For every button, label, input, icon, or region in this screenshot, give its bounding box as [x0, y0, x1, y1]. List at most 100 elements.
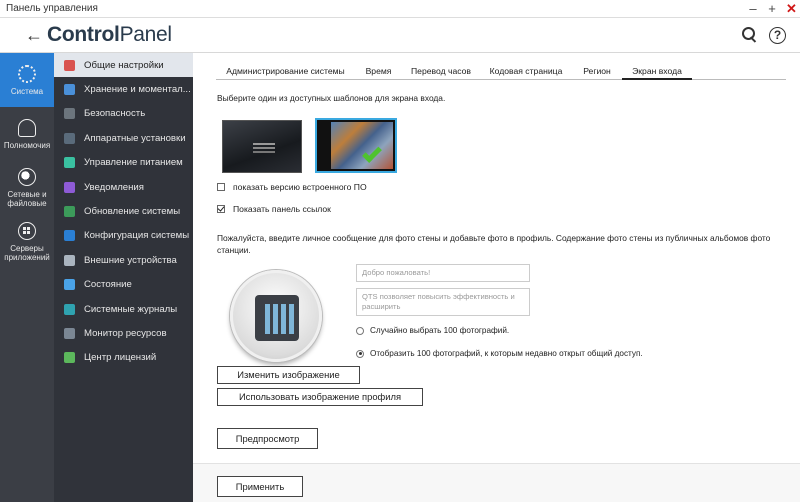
- nav-item-label: Монитор ресурсов: [84, 327, 167, 339]
- radio-unselected-icon: [356, 326, 364, 335]
- use-profile-image-button[interactable]: Использовать изображение профиля: [217, 388, 423, 406]
- nav-item-icon: [64, 108, 75, 120]
- minimize-button[interactable]: ‒: [748, 0, 758, 18]
- nav-item-label: Уведомления: [84, 181, 144, 193]
- firmware-checkbox-label: показать версию встроенного ПО: [233, 182, 367, 192]
- nav-item-label: Системные журналы: [84, 303, 178, 315]
- search-icon[interactable]: [741, 26, 759, 44]
- profile-photo: [230, 270, 322, 362]
- window-title: Панель управления: [6, 3, 98, 14]
- login-screen-content: Выберите один из доступных шаблонов для …: [217, 93, 792, 449]
- tab-region[interactable]: Регион: [572, 65, 622, 80]
- tab-dst[interactable]: Перевод часов: [402, 65, 480, 80]
- recent-photos-label: Отобразить 100 фотографий, к которым нед…: [370, 349, 643, 358]
- category-rail: Система Полномочия Сетевые и файловые Се…: [0, 53, 54, 502]
- rail-item-label: Система: [10, 86, 44, 96]
- control-panel-window: Панель управления ‒ + ✕ ← ControlPanel ?…: [0, 0, 800, 502]
- nav-item[interactable]: Уведомления: [54, 175, 193, 199]
- recent-photos-radio[interactable]: Отобразить 100 фотографий, к которым нед…: [356, 349, 643, 358]
- rail-item-system[interactable]: Система: [0, 53, 54, 107]
- gear-icon: [18, 64, 36, 83]
- app-logo: ControlPanel: [47, 23, 172, 46]
- photo-wall-preview: [331, 122, 393, 169]
- random-photos-label: Случайно выбрать 100 фотографий.: [370, 326, 510, 335]
- help-icon[interactable]: ?: [769, 26, 786, 44]
- tab-codepage[interactable]: Кодовая страница: [480, 65, 572, 80]
- instruction-text: Выберите один из доступных шаблонов для …: [217, 93, 446, 103]
- links-checkbox[interactable]: Показать панель ссылок: [217, 204, 331, 214]
- preview-button[interactable]: Предпросмотр: [217, 428, 318, 449]
- rail-item-network[interactable]: Сетевые и файловые: [0, 161, 54, 215]
- template-classic[interactable]: [222, 120, 302, 173]
- photo-wall-description: Пожалуйста, введите личное сообщение для…: [217, 233, 771, 255]
- nav-item-icon: [64, 303, 75, 315]
- nav-item[interactable]: Монитор ресурсов: [54, 321, 193, 345]
- welcome-input[interactable]: Добро пожаловать!: [356, 264, 530, 282]
- message-input[interactable]: QTS позволяет повысить эффективность и р…: [356, 288, 530, 316]
- checkbox-unchecked-icon: [217, 183, 225, 191]
- nav-item[interactable]: Безопасность: [54, 102, 193, 126]
- nav-item-icon: [64, 254, 75, 266]
- apply-button[interactable]: Применить: [217, 476, 303, 497]
- nav-item-icon: [64, 279, 75, 291]
- globe-icon: [18, 168, 36, 186]
- random-photos-radio[interactable]: Случайно выбрать 100 фотографий.: [356, 326, 509, 335]
- tab-time[interactable]: Время: [355, 65, 402, 80]
- nav-item-label: Аппаратные установки: [84, 132, 186, 144]
- template-photo-wall[interactable]: [315, 118, 397, 173]
- rail-item-privileges[interactable]: Полномочия: [0, 107, 54, 161]
- nav-item-label: Безопасность: [84, 108, 146, 120]
- tab-bar: Администрирование системы Время Перевод …: [216, 65, 786, 80]
- nav-item[interactable]: Центр лицензий: [54, 346, 193, 370]
- maximize-button[interactable]: +: [767, 0, 777, 18]
- settings-nav: Общие настройки Хранение и моментал... Без…: [54, 53, 193, 502]
- nav-item[interactable]: Обновление системы: [54, 199, 193, 223]
- window-controls: ‒ + ✕: [748, 0, 797, 18]
- nav-item-label: Хранение и моментал...: [84, 84, 191, 96]
- nav-item-icon: [64, 181, 75, 193]
- nav-item-icon: [64, 84, 75, 96]
- firmware-checkbox[interactable]: показать версию встроенного ПО: [217, 182, 367, 192]
- rail-item-label: Серверы приложений: [4, 244, 50, 262]
- nav-item-label: Управление питанием: [84, 157, 183, 169]
- header-actions: ?: [741, 26, 786, 44]
- title-bar: Панель управления ‒ + ✕: [0, 0, 800, 18]
- nav-item-label: Конфигурация системы: [84, 230, 190, 242]
- nav-item-icon: [64, 230, 75, 242]
- nav-item-icon: [64, 59, 75, 71]
- nav-item-label: Центр лицензий: [84, 352, 157, 364]
- main-panel: Администрирование системы Время Перевод …: [193, 53, 800, 502]
- nav-item-label: Общие настройки: [84, 59, 164, 71]
- checkbox-checked-icon: [217, 205, 225, 213]
- tab-system-admin[interactable]: Администрирование системы: [216, 65, 355, 80]
- nav-item[interactable]: Состояние: [54, 273, 193, 297]
- radio-selected-icon: [356, 349, 364, 358]
- nas-device-icon: [255, 295, 299, 341]
- rail-item-app-servers[interactable]: Серверы приложений: [0, 215, 54, 269]
- apps-icon: [18, 222, 36, 240]
- rail-item-label: Сетевые и файловые: [7, 190, 47, 208]
- nav-item[interactable]: Управление питанием: [54, 151, 193, 175]
- nav-item[interactable]: Общие настройки: [54, 53, 193, 78]
- back-arrow-icon[interactable]: ←: [25, 18, 43, 53]
- links-checkbox-label: Показать панель ссылок: [233, 204, 331, 214]
- nav-item-icon: [64, 327, 75, 339]
- rail-item-label: Полномочия: [3, 140, 51, 150]
- nav-item[interactable]: Аппаратные установки: [54, 126, 193, 150]
- nav-item[interactable]: Хранение и моментал...: [54, 77, 193, 101]
- tab-login-screen[interactable]: Экран входа: [622, 65, 692, 80]
- nav-item-label: Внешние устройства: [84, 254, 177, 266]
- nav-item-icon: [64, 157, 75, 169]
- nav-item-icon: [64, 132, 75, 144]
- action-footer: Применить: [193, 463, 800, 502]
- nav-item[interactable]: Внешние устройства: [54, 248, 193, 272]
- nav-item-label: Обновление системы: [84, 206, 181, 218]
- nav-item-label: Состояние: [84, 279, 132, 291]
- nav-item[interactable]: Системные журналы: [54, 297, 193, 321]
- user-icon: [18, 118, 36, 137]
- nav-item[interactable]: Конфигурация системы: [54, 224, 193, 248]
- nav-item-icon: [64, 352, 75, 364]
- close-button[interactable]: ✕: [786, 0, 797, 18]
- nav-item-icon: [64, 206, 75, 218]
- change-image-button[interactable]: Изменить изображение: [217, 366, 360, 384]
